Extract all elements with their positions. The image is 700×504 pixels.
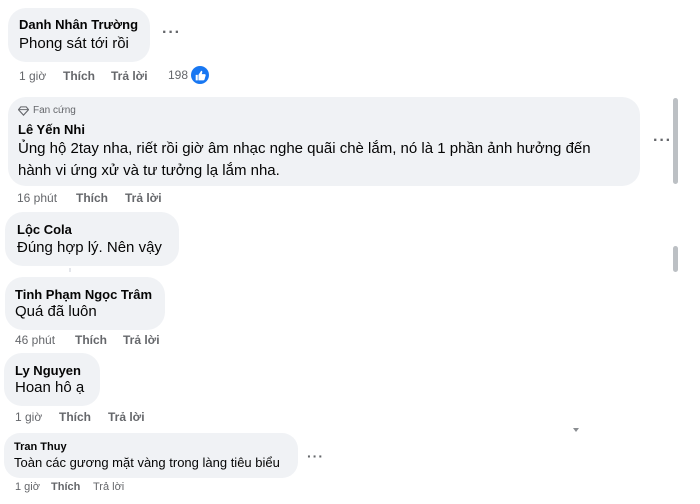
reaction-count: 198 [168,68,189,82]
like-button[interactable]: Thích [51,481,93,493]
comment-actions: 1 giờ Thích Trả lời [15,410,145,424]
scrollbar-thumb[interactable] [673,98,678,184]
like-button[interactable]: Thích [76,191,125,205]
comment-actions: 16 phút Thích Trả lời [17,191,162,205]
scrollbar-thumb[interactable] [673,246,678,272]
more-options-button[interactable]: ··· [653,132,672,150]
comment-text: Đúng hợp lý. Nên vậy [17,239,162,256]
badge-label: Fan cứng [33,105,76,116]
comment-time[interactable]: 46 phút [15,333,75,347]
comment-author[interactable]: Ly Nguyen [15,363,81,378]
like-button[interactable]: Thích [59,410,108,424]
comment-author[interactable]: Tinh Phạm Ngọc Trâm [15,287,152,302]
diamond-icon [18,105,29,116]
comment-text: Hoan hô ạ [15,379,85,396]
comment-actions: 1 giờ Thích Trả lời [19,69,148,83]
comment-time[interactable]: 16 phút [17,191,76,205]
like-button[interactable]: Thích [63,69,111,83]
reply-button[interactable]: Trả lời [125,191,162,205]
comment-text-line: Ủng hộ 2tay nha, riết rồi giờ âm nhạc ng… [18,140,591,157]
more-options-button[interactable]: ··· [162,24,181,42]
reply-button[interactable]: Trả lời [123,333,160,347]
reaction-summary[interactable]: 198 [168,66,210,84]
comment-text: Toàn các gương mặt vàng trong làng tiêu … [14,455,280,470]
comment-author[interactable]: Lộc Cola [17,222,72,237]
comment-actions: 46 phút Thích Trả lời [15,333,160,347]
comment-time[interactable]: 1 giờ [15,481,51,493]
comment-text: Phong sát tới rồi [19,35,129,52]
more-options-button[interactable]: ··· [307,448,324,464]
comment-author[interactable]: Lê Yến Nhi [18,122,85,137]
comment-time[interactable]: 1 giờ [15,410,59,424]
comment-time[interactable]: 1 giờ [19,69,63,83]
like-button[interactable]: Thích [75,333,123,347]
chevron-down-icon [573,428,579,432]
comment-text-line: hành vi ứng xử và tư tưởng lạ lắm nha. [18,162,280,179]
comment-author[interactable]: Danh Nhân Trường [19,17,138,32]
reply-button[interactable]: Trả lời [93,481,124,493]
reply-button[interactable]: Trả lời [108,410,145,424]
thread-connector [69,268,71,272]
reply-button[interactable]: Trả lời [111,69,148,83]
fan-badge: Fan cứng [18,105,76,116]
like-icon [191,66,210,84]
comment-text: Quá đã luôn [15,303,97,320]
comment-actions: 1 giờ Thích Trả lời [15,481,124,493]
